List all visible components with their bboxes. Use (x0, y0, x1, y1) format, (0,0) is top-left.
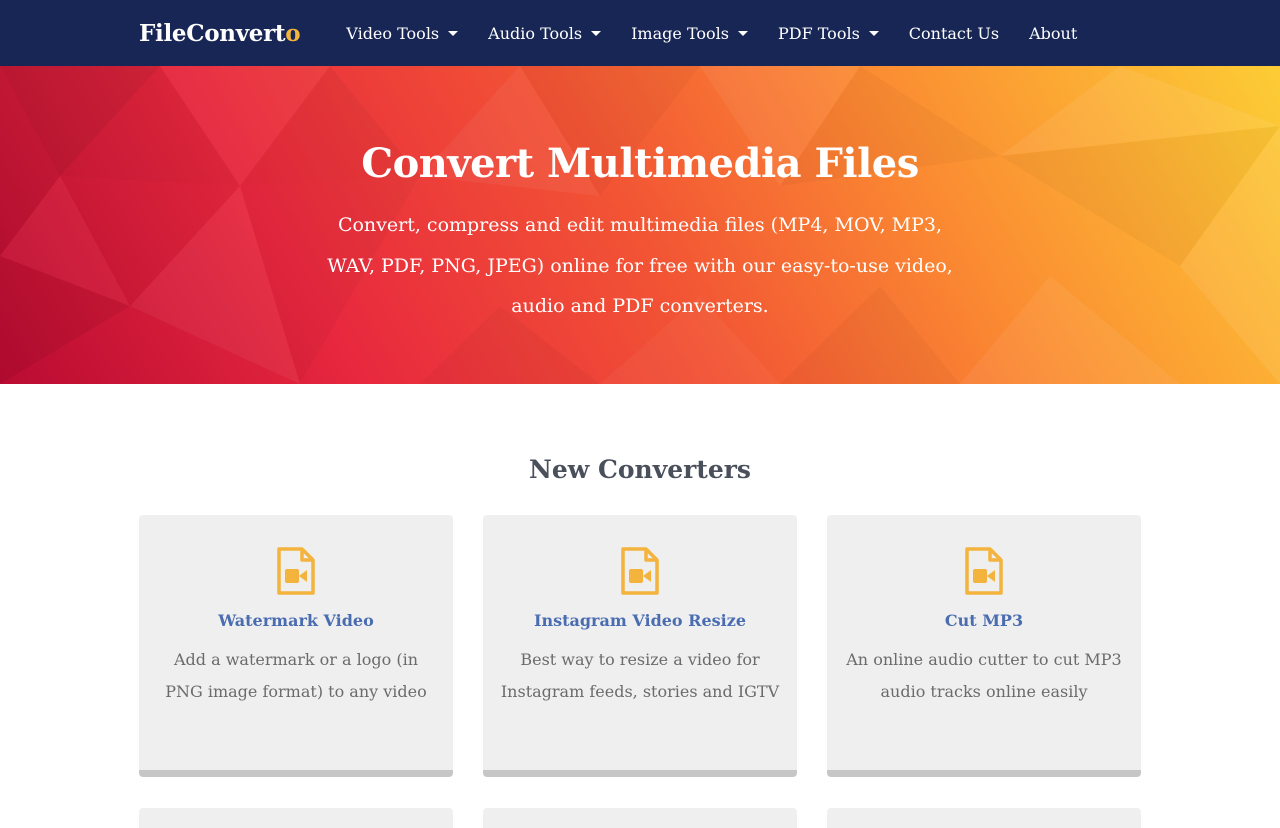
card-watermark-video[interactable]: Watermark Video Add a watermark or a log… (139, 515, 453, 777)
card-instagram-video-resize[interactable]: Instagram Video Resize Best way to resiz… (483, 515, 797, 777)
video-file-icon (827, 547, 1141, 595)
card-title[interactable]: Instagram Video Resize (483, 611, 797, 630)
card-partial[interactable] (139, 808, 453, 828)
card-partial[interactable] (483, 808, 797, 828)
caret-down-icon (868, 31, 879, 36)
card-description: Best way to resize a video for Instagram… (500, 650, 780, 701)
card-cut-mp3[interactable]: Cut MP3 An online audio cutter to cut MP… (827, 515, 1141, 777)
nav-image-tools[interactable]: Image Tools (631, 24, 748, 43)
nav-video-tools[interactable]: Video Tools (346, 24, 459, 43)
nav-about[interactable]: About (1029, 24, 1077, 43)
nav-audio-tools[interactable]: Audio Tools (488, 24, 602, 43)
card-title[interactable]: Cut MP3 (827, 611, 1141, 630)
hero-subtitle: Convert, compress and edit multimedia fi… (327, 214, 953, 317)
card-description: An online audio cutter to cut MP3 audio … (846, 650, 1122, 701)
section-title: New Converters (528, 455, 752, 484)
converter-cards-row-2 (0, 808, 1280, 828)
card-title[interactable]: Watermark Video (139, 611, 453, 630)
caret-down-icon (737, 31, 748, 36)
card-partial[interactable] (827, 808, 1141, 828)
nav-pdf-tools[interactable]: PDF Tools (778, 24, 879, 43)
hero-title: Convert Multimedia Files (361, 140, 919, 187)
caret-down-icon (448, 31, 459, 36)
caret-down-icon (591, 31, 602, 36)
top-navbar: FileConverto Video Tools Audio Tools Ima… (0, 0, 1280, 66)
brand-logo[interactable]: FileConverto (139, 20, 301, 47)
card-description: Add a watermark or a logo (in PNG image … (165, 650, 427, 701)
video-file-icon (139, 547, 453, 595)
hero-banner: Convert Multimedia Files Convert, compre… (0, 66, 1280, 384)
converter-cards: Watermark Video Add a watermark or a log… (0, 515, 1280, 777)
nav-contact-us[interactable]: Contact Us (909, 24, 999, 43)
video-file-icon (483, 547, 797, 595)
